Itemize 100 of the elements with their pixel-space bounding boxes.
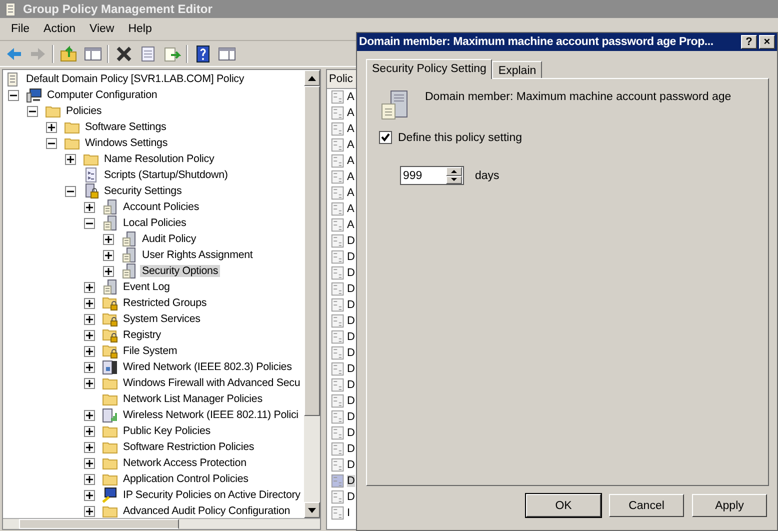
list-item[interactable]: D — [347, 411, 355, 423]
tree-item[interactable]: Software Restriction Policies — [121, 441, 256, 453]
expand-icon[interactable] — [84, 458, 95, 468]
tree-item[interactable]: File System — [121, 345, 180, 357]
list-item[interactable]: A — [347, 139, 354, 151]
expand-icon[interactable] — [84, 490, 95, 500]
tree-item[interactable]: Event Log — [121, 281, 172, 293]
expand-icon[interactable] — [103, 266, 114, 276]
list-item[interactable]: D — [347, 267, 355, 279]
tree-item[interactable]: Application Control Policies — [121, 473, 250, 485]
spin-buttons[interactable] — [446, 167, 462, 184]
expand-icon[interactable] — [84, 474, 95, 484]
apply-button[interactable]: Apply — [692, 494, 767, 517]
tree-item[interactable]: Public Key Policies — [121, 425, 212, 437]
tree-item[interactable]: Software Settings — [83, 121, 168, 133]
tree-item[interactable]: Windows Settings — [83, 137, 170, 149]
tree-item[interactable]: Policies — [64, 105, 104, 117]
list-item[interactable]: I — [347, 507, 350, 519]
tree-item[interactable]: Local Policies — [121, 217, 188, 229]
list-item[interactable]: A — [347, 203, 354, 215]
collapse-icon[interactable] — [46, 138, 57, 148]
horizontal-scrollbar[interactable] — [3, 518, 320, 529]
list-item[interactable]: A — [347, 171, 354, 183]
days-spin-field[interactable]: 999 — [400, 166, 464, 185]
vertical-scrollbar[interactable] — [304, 70, 320, 518]
expand-icon[interactable] — [46, 122, 57, 132]
tab[interactable]: Security Policy Setting — [366, 59, 492, 79]
list-item[interactable]: D — [347, 459, 355, 471]
list-item[interactable]: D — [347, 315, 355, 327]
help-button[interactable]: ? — [741, 35, 757, 49]
tree-item[interactable]: Network Access Protection — [121, 457, 248, 469]
expand-icon[interactable] — [84, 298, 95, 308]
server-document-icon — [102, 279, 118, 295]
list-item[interactable]: D — [347, 347, 355, 359]
cancel-button[interactable]: Cancel — [609, 494, 684, 517]
list-item[interactable]: A — [347, 187, 354, 199]
list-item[interactable]: D — [347, 251, 355, 263]
scroll-up-icon[interactable] — [308, 76, 316, 80]
list-item[interactable]: A — [347, 155, 354, 167]
ok-button[interactable]: OK — [526, 494, 601, 517]
tree-item[interactable]: Wireless Network (IEEE 802.11) Polici — [121, 409, 300, 421]
list-item[interactable]: D — [347, 235, 355, 247]
list-item[interactable]: D — [347, 491, 355, 503]
list-item[interactable]: D — [347, 395, 355, 407]
tree-item[interactable]: Name Resolution Policy — [102, 153, 216, 165]
expand-icon[interactable] — [84, 330, 95, 340]
expand-icon[interactable] — [84, 362, 95, 372]
menu-item[interactable]: Action — [36, 21, 82, 37]
list-item[interactable]: D — [347, 331, 355, 343]
list-item[interactable]: A — [347, 107, 354, 119]
tree-item[interactable]: IP Security Policies on Active Directory — [121, 489, 302, 501]
tree-item[interactable]: Scripts (Startup/Shutdown) — [102, 169, 230, 181]
expand-icon[interactable] — [84, 202, 95, 212]
tree-item[interactable]: Restricted Groups — [121, 297, 209, 309]
tree-item[interactable]: Computer Configuration — [45, 89, 160, 101]
scroll-down-icon[interactable] — [308, 508, 316, 512]
policy-icon — [331, 122, 345, 136]
menu-item[interactable]: View — [82, 21, 122, 37]
expand-icon[interactable] — [103, 234, 114, 244]
list-item[interactable]: D — [347, 363, 355, 375]
tree-item[interactable]: Default Domain Policy [SVR1.LAB.COM] Policy — [24, 73, 246, 85]
list-item[interactable]: A — [347, 91, 354, 103]
menu-item[interactable]: File — [4, 21, 37, 37]
expand-icon[interactable] — [84, 442, 95, 452]
collapse-icon[interactable] — [65, 186, 76, 196]
collapse-icon[interactable] — [8, 90, 19, 100]
tab[interactable]: Explain — [492, 61, 542, 79]
menu-item[interactable]: Help — [121, 21, 159, 37]
list-item[interactable]: D — [347, 299, 355, 311]
expand-icon[interactable] — [84, 346, 95, 356]
tree-item[interactable]: System Services — [121, 313, 202, 325]
list-item[interactable]: D — [347, 443, 355, 455]
expand-icon[interactable] — [84, 426, 95, 436]
tree-item[interactable]: Advanced Audit Policy Configuration — [121, 505, 292, 517]
expand-icon[interactable] — [84, 378, 95, 388]
close-button[interactable]: × — [759, 35, 775, 49]
list-item[interactable]: D — [347, 427, 355, 439]
expand-icon[interactable] — [84, 506, 95, 516]
list-item[interactable]: A — [347, 219, 354, 231]
tree-item[interactable]: Account Policies — [121, 201, 202, 213]
tree-item[interactable]: Audit Policy — [140, 233, 198, 245]
tree-item[interactable]: User Rights Assignment — [140, 249, 255, 261]
expand-icon[interactable] — [84, 410, 95, 420]
list-item[interactable]: A — [347, 123, 354, 135]
checkbox[interactable] — [379, 131, 392, 144]
tree-item[interactable]: Security Options — [140, 265, 220, 277]
expand-icon[interactable] — [103, 250, 114, 260]
expand-icon[interactable] — [84, 314, 95, 324]
expand-icon[interactable] — [84, 282, 95, 292]
collapse-icon[interactable] — [84, 218, 95, 228]
collapse-icon[interactable] — [27, 106, 38, 116]
tree-item[interactable]: Network List Manager Policies — [121, 393, 264, 405]
expand-icon[interactable] — [65, 154, 76, 164]
tree-item[interactable]: Registry — [121, 329, 163, 341]
tree-item[interactable]: Wired Network (IEEE 802.3) Policies — [121, 361, 294, 373]
tree-item[interactable]: Windows Firewall with Advanced Secu — [121, 377, 302, 389]
list-item[interactable]: D — [347, 283, 355, 295]
list-item[interactable]: D — [347, 379, 355, 391]
list-item[interactable]: D — [347, 475, 355, 487]
tree-item[interactable]: Security Settings — [102, 185, 184, 197]
